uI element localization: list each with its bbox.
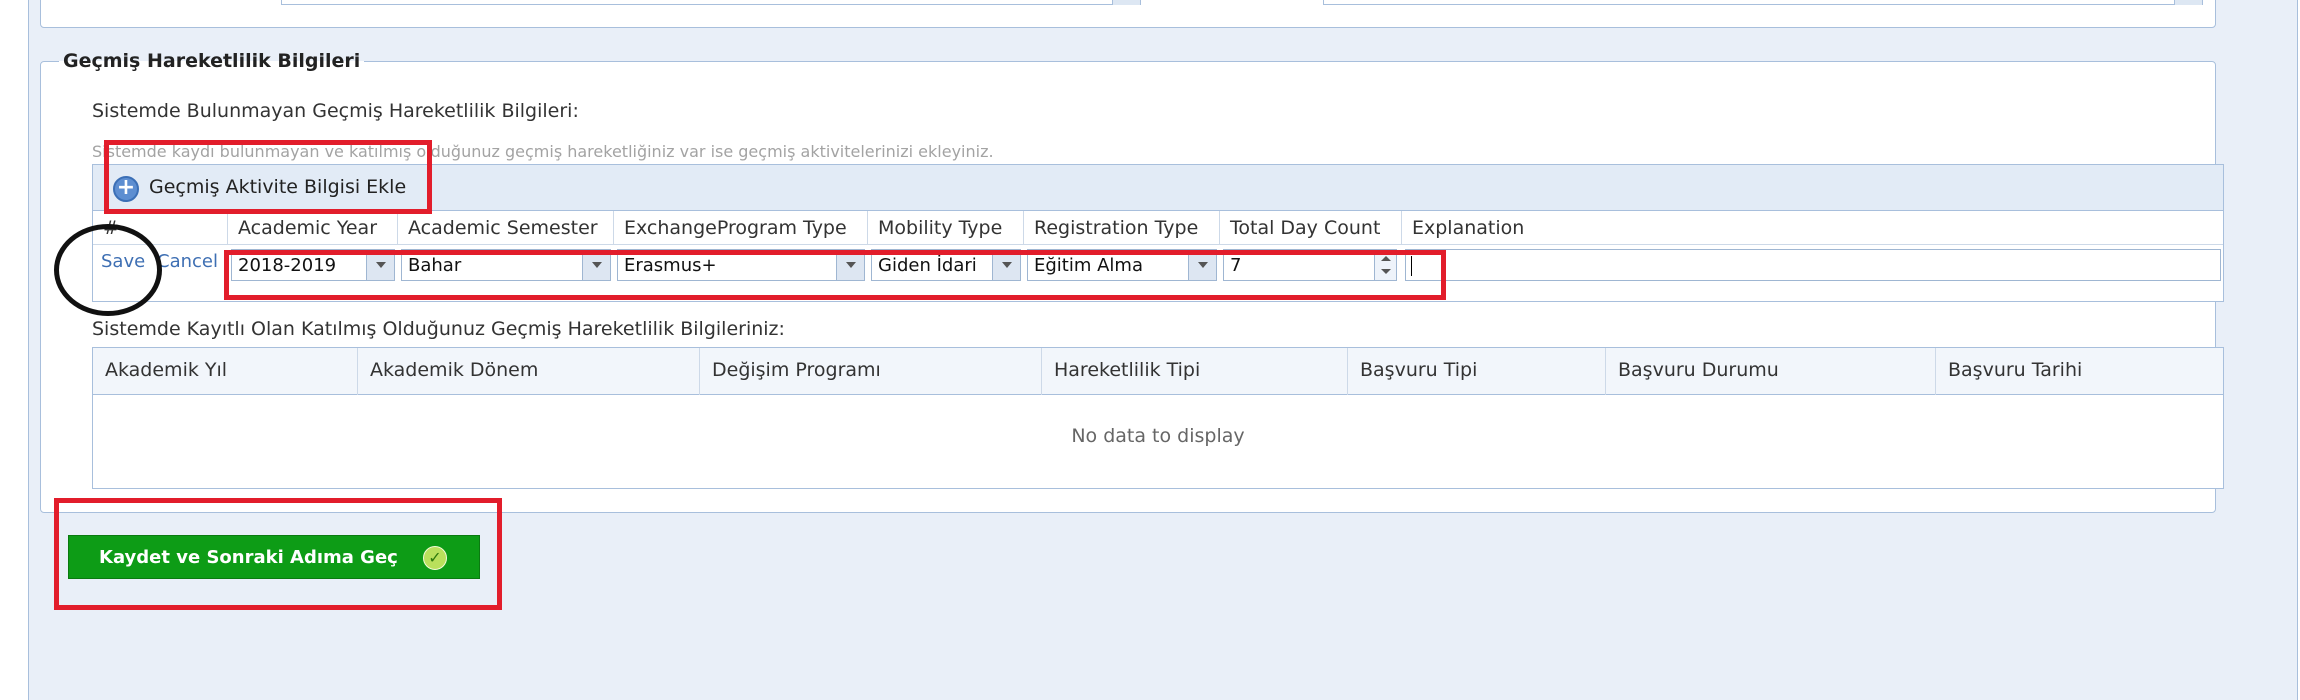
previous-field-right[interactable] [1323,0,2203,5]
annotation-box-add-button [104,140,432,214]
header-exchange-program-type[interactable]: ExchangeProgram Type [613,211,867,245]
panel-title: Geçmiş Hareketlilik Bilgileri [63,50,361,72]
header-basvuru-tipi[interactable]: Başvuru Tipi [1347,348,1605,395]
previous-section-panel [40,0,2216,28]
header-basvuru-durumu[interactable]: Başvuru Durumu [1605,348,1935,395]
grid-header-row: # Academic Year Academic Semester Exchan… [93,211,2223,245]
cancel-link[interactable]: Cancel [157,251,218,272]
header-academic-year[interactable]: Academic Year [227,211,397,245]
header-hareketlilik-tipi[interactable]: Hareketlilik Tipi [1041,348,1347,395]
dropdown-button[interactable] [2174,0,2202,5]
registered-mobility-grid: Akademik Yıl Akademik Dönem Değişim Prog… [92,347,2224,489]
header-explanation[interactable]: Explanation [1401,211,2225,245]
header-basvuru-tarihi[interactable]: Başvuru Tarihi [1935,348,2223,395]
header-mobility-type[interactable]: Mobility Type [867,211,1023,245]
section1-label: Sistemde Bulunmayan Geçmiş Hareketlilik … [92,100,579,122]
header-registration-type[interactable]: Registration Type [1023,211,1219,245]
annotation-box-edit-row [224,250,1446,300]
header-akademik-yil[interactable]: Akademik Yıl [93,348,357,395]
header-degisim-programi[interactable]: Değişim Programı [699,348,1041,395]
empty-message: No data to display [1071,425,1245,447]
header-akademik-donem[interactable]: Akademik Dönem [357,348,699,395]
annotation-circle-save-link [54,224,162,316]
explanation-input[interactable] [1405,249,2221,281]
dropdown-button[interactable] [1112,0,1140,5]
annotation-box-save-button [54,498,502,610]
header-academic-semester[interactable]: Academic Semester [397,211,613,245]
grid2-header-row: Akademik Yıl Akademik Dönem Değişim Prog… [93,348,2223,395]
header-total-day-count[interactable]: Total Day Count [1219,211,1401,245]
previous-field-left[interactable] [281,0,1141,5]
section2-label: Sistemde Kayıtlı Olan Katılmış Olduğunuz… [92,318,785,340]
